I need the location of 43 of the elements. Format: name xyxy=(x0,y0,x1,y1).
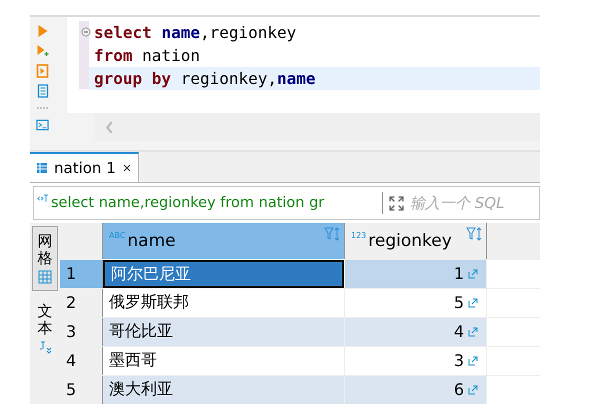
code-line: from nation xyxy=(93,45,201,67)
table-cell-text: 3 xyxy=(454,350,464,372)
result-tab[interactable]: nation 1 xyxy=(30,152,139,182)
table-cell: 阿尔巴尼亚 xyxy=(109,264,193,284)
table-cell: 墨西哥 xyxy=(109,350,157,369)
table-cell-text: 6 xyxy=(454,379,464,401)
grid-icon xyxy=(38,270,52,284)
collapse-icon[interactable] xyxy=(81,27,91,37)
row-number: 4 xyxy=(60,347,103,375)
row-number: 3 xyxy=(60,318,103,346)
view-tab[interactable]: 网格 xyxy=(32,226,58,291)
run-new-tab-icon[interactable] xyxy=(36,44,49,58)
table-cell: 澳大利亚 xyxy=(109,379,173,398)
expand-icon[interactable] xyxy=(389,196,404,210)
more-icon[interactable] xyxy=(36,106,49,110)
row-number: 2 xyxy=(60,289,103,317)
gutter-marker xyxy=(79,21,89,89)
table-cell-text: 1 xyxy=(454,263,464,285)
filter-sort-icon[interactable] xyxy=(466,227,482,241)
open-link-icon[interactable] xyxy=(468,385,478,395)
text-filter-icon xyxy=(37,194,49,203)
text-icon xyxy=(38,340,52,354)
table-cell: 俄罗斯联邦 xyxy=(109,292,189,311)
row-number: 5 xyxy=(60,376,103,404)
open-link-icon[interactable] xyxy=(468,269,478,279)
table-icon xyxy=(36,162,48,174)
document-icon[interactable] xyxy=(36,84,49,98)
open-link-icon[interactable] xyxy=(468,327,478,337)
filter-field[interactable]: select name,regionkey from nation gr xyxy=(34,192,383,214)
script-run-icon[interactable] xyxy=(36,64,49,78)
table-cell-text: 4 xyxy=(454,321,464,343)
open-link-icon[interactable] xyxy=(468,356,478,366)
run-icon[interactable] xyxy=(36,24,49,38)
close-icon[interactable] xyxy=(122,163,132,173)
row-number: 1 xyxy=(60,260,103,288)
filter-sort-icon[interactable] xyxy=(324,227,340,241)
table-cell-text: 5 xyxy=(454,292,464,314)
terminal-icon[interactable] xyxy=(36,118,49,132)
code-line: select name,regionkey xyxy=(89,21,540,44)
open-link-icon[interactable] xyxy=(468,298,478,308)
view-tab[interactable]: 文本 xyxy=(33,297,57,360)
scroll-left-icon[interactable] xyxy=(105,120,114,134)
table-cell: 哥伦比亚 xyxy=(109,321,173,340)
